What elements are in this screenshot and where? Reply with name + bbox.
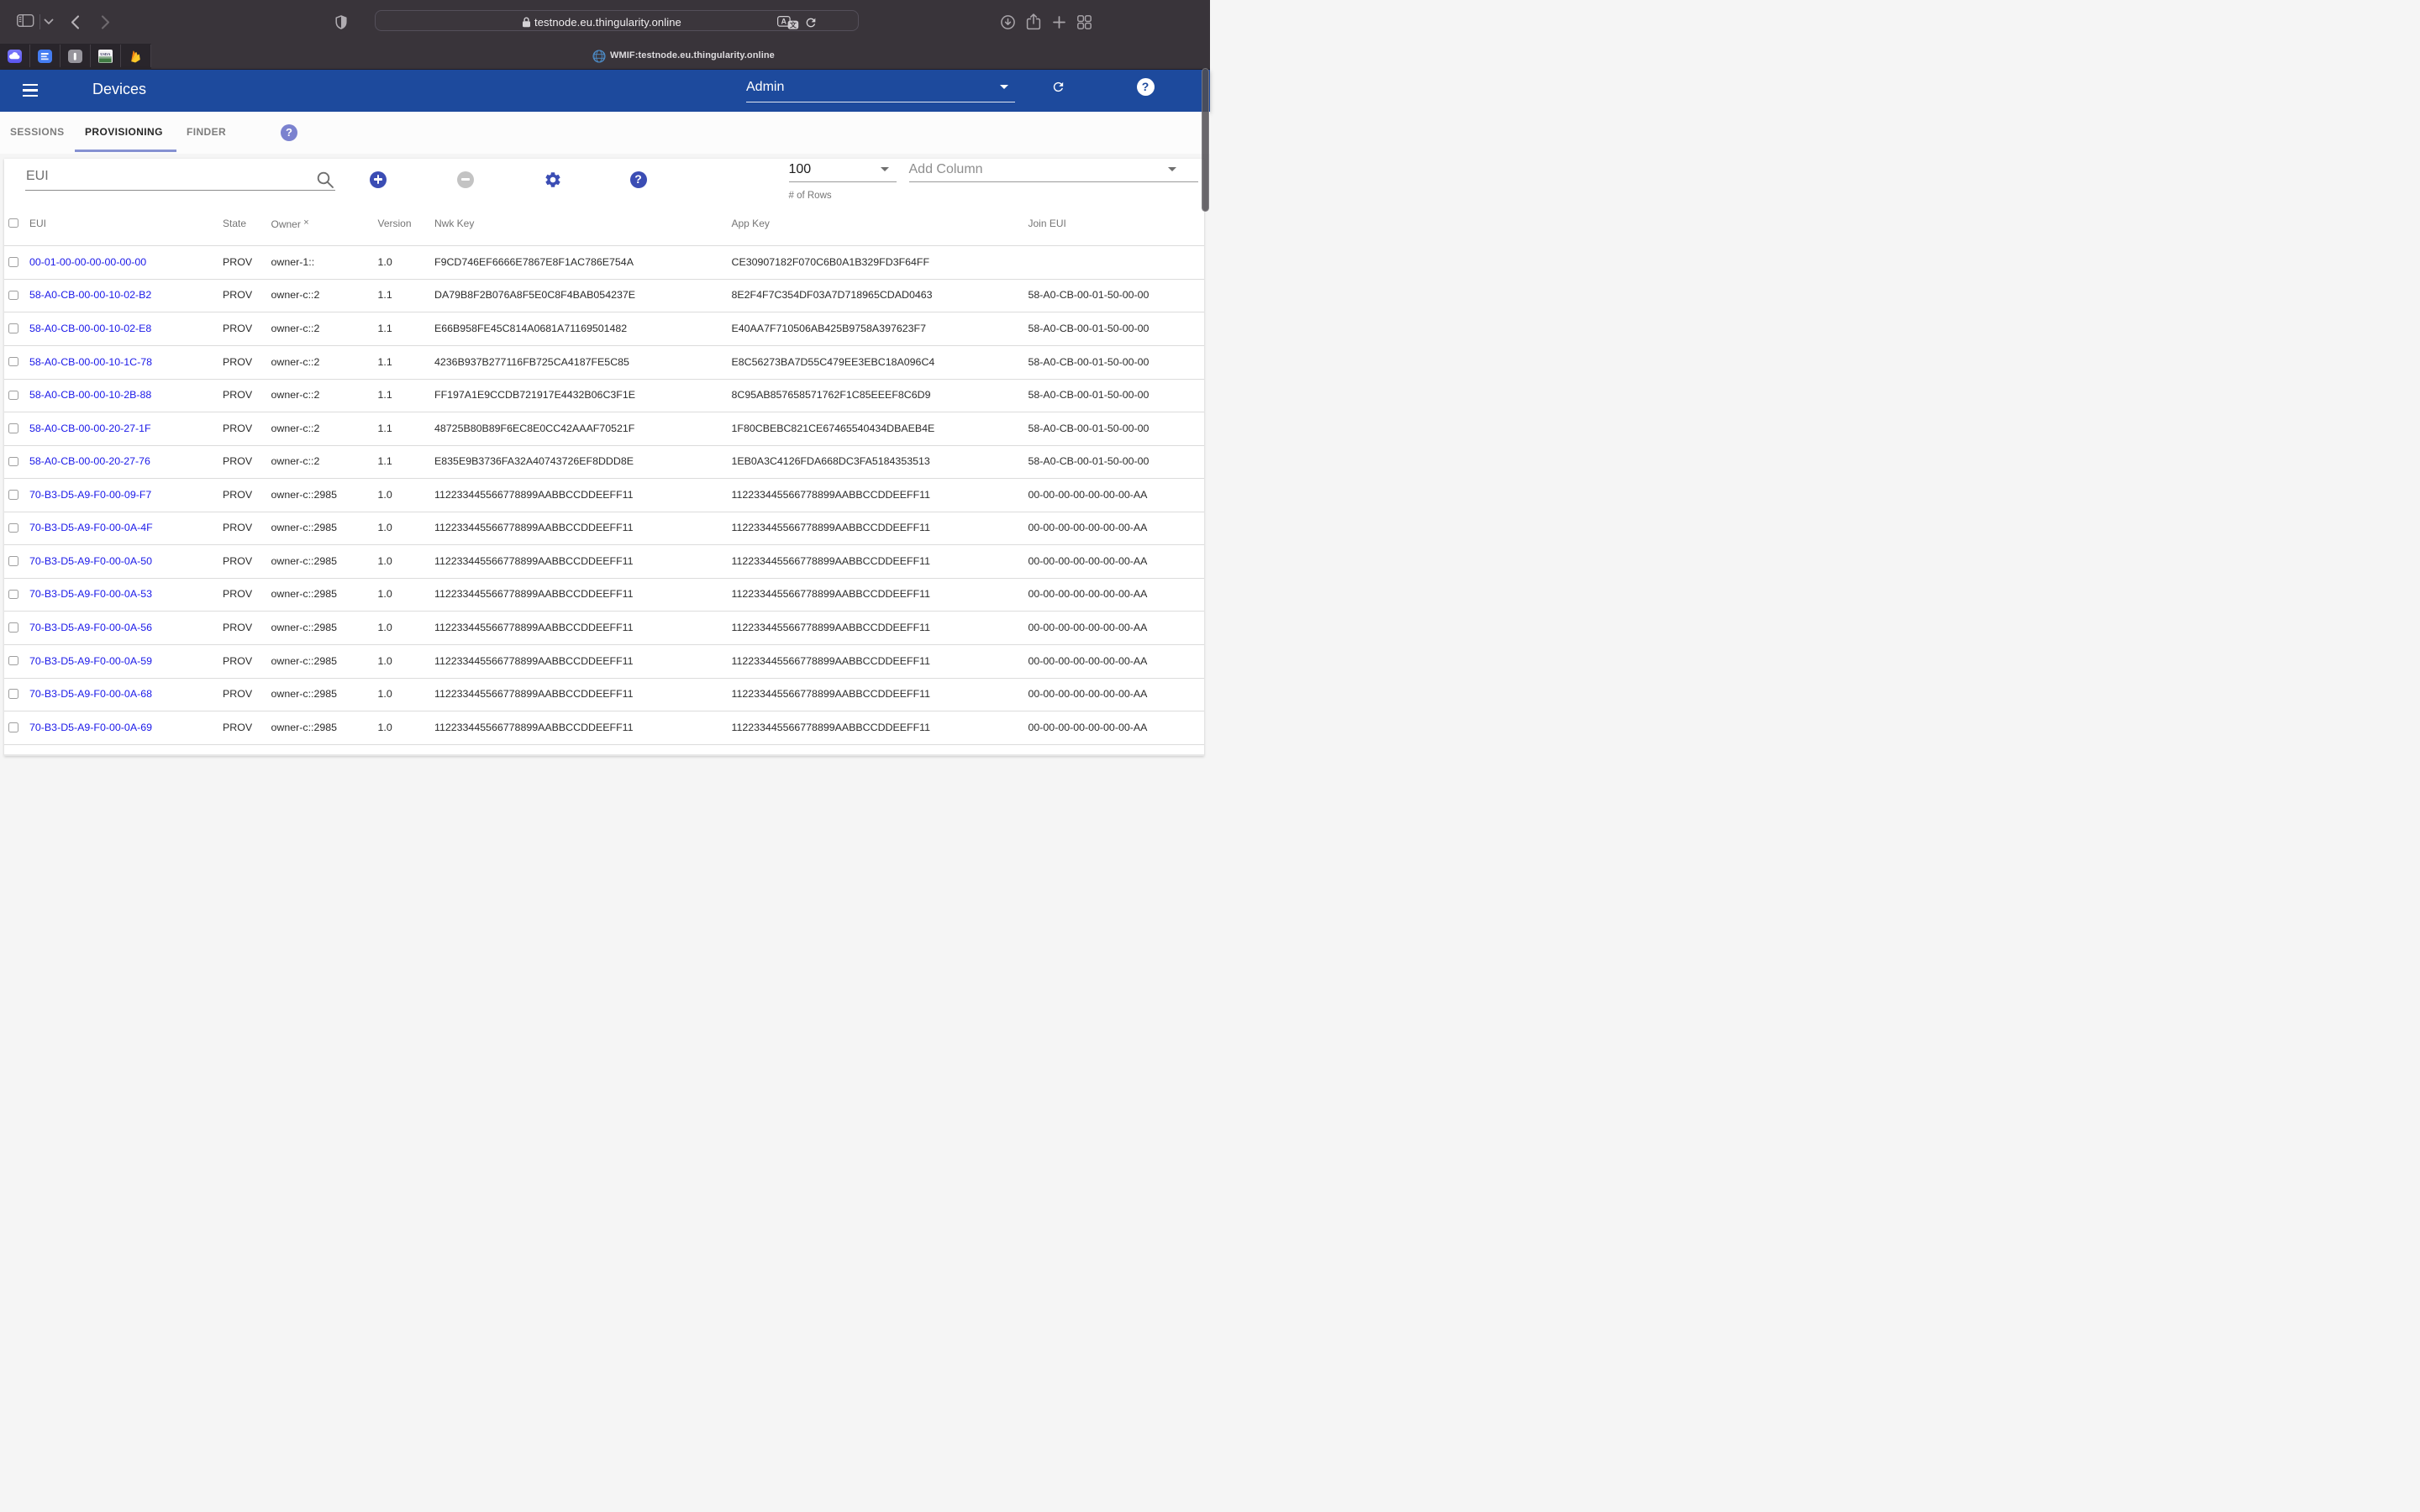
svg-text:文: 文 [790, 20, 797, 29]
svg-text:A: A [781, 17, 787, 25]
svg-text:USDA: USDA [100, 52, 111, 56]
